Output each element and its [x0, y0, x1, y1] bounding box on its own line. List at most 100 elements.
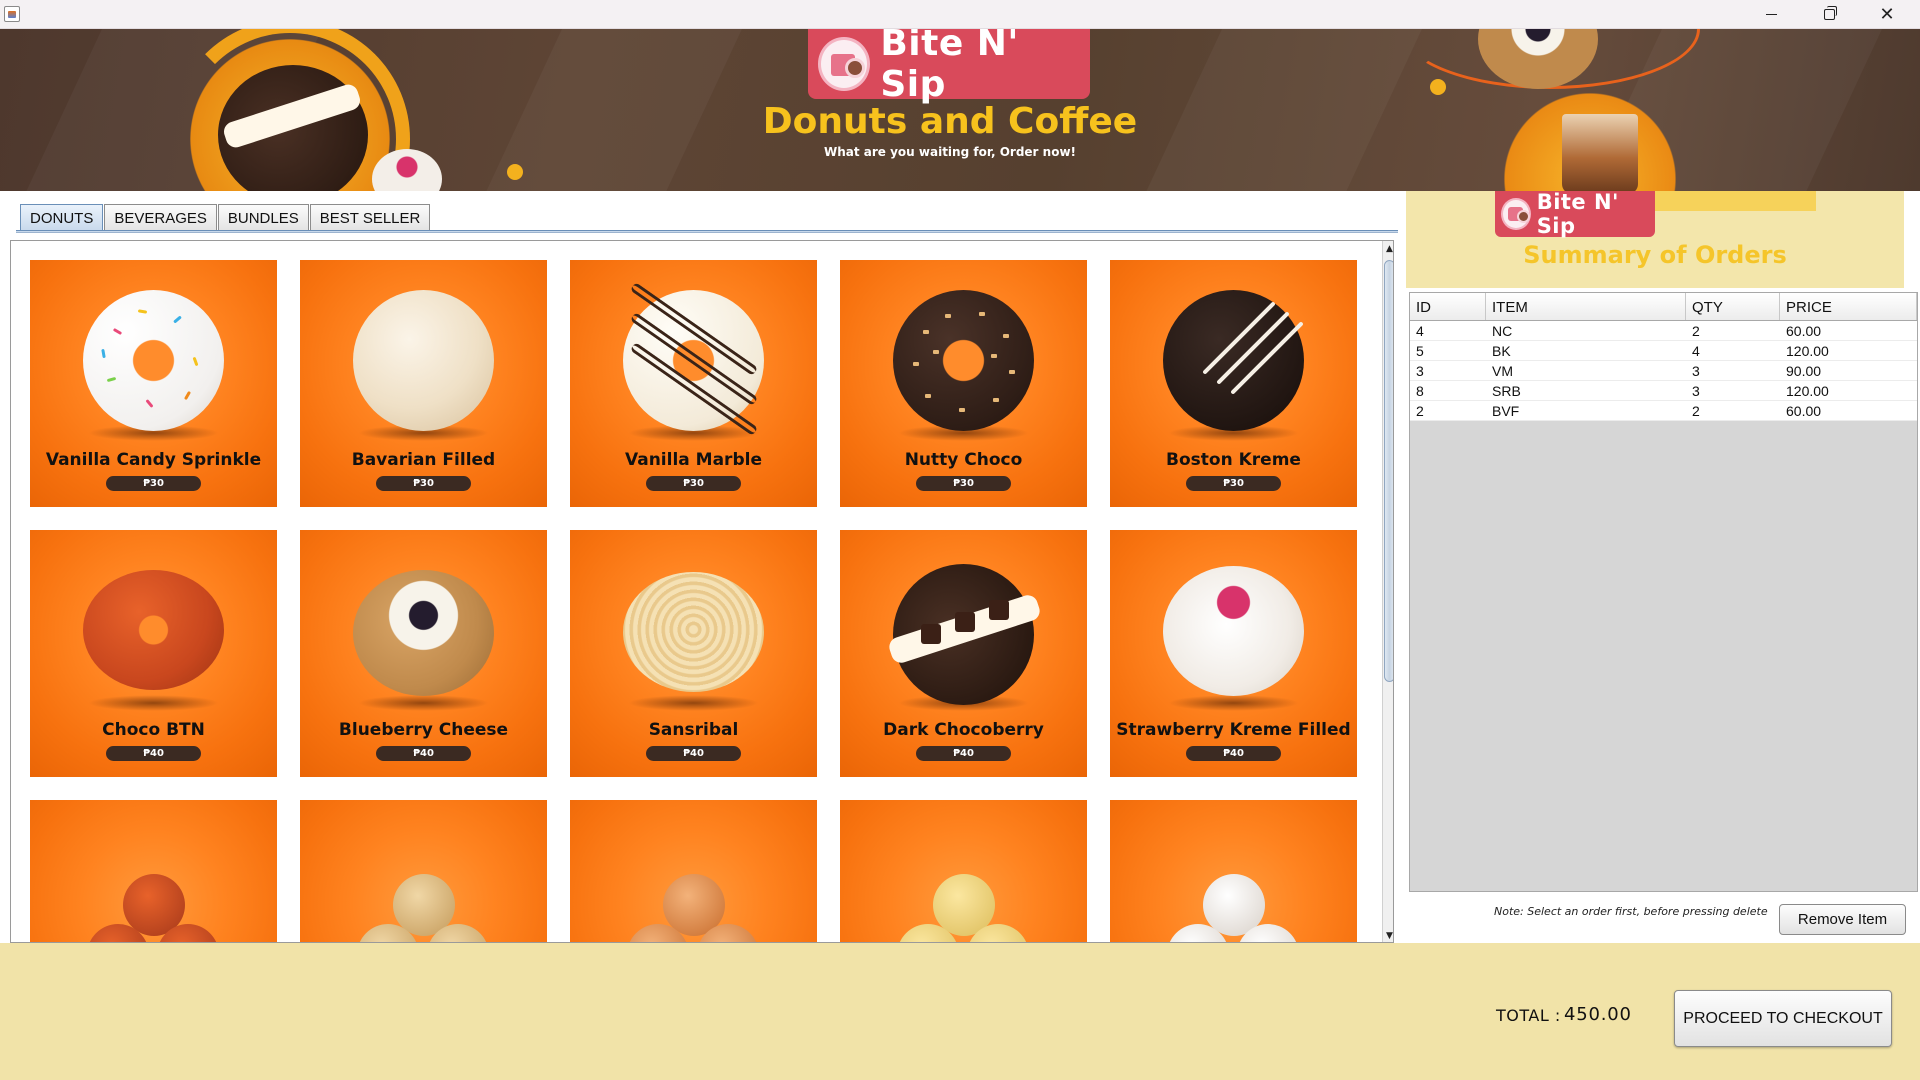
- brownie-cube: [921, 624, 941, 644]
- product-card-vanilla-candy-sprinkle[interactable]: Vanilla Candy Sprinkle ₱30: [30, 260, 277, 507]
- donut-image-nutty-choco: [893, 290, 1034, 431]
- tab-best-seller[interactable]: BEST SELLER: [309, 204, 431, 231]
- product-card-blueberry-cheese[interactable]: Blueberry Cheese ₱40: [300, 530, 547, 777]
- column-header-price[interactable]: PRICE: [1780, 293, 1917, 320]
- donut-image-dark-chocoberry: [886, 564, 1043, 705]
- restore-icon: [1823, 6, 1837, 20]
- scroll-up-icon[interactable]: ▲: [1383, 241, 1393, 257]
- cell-price: 90.00: [1786, 363, 1822, 379]
- close-button[interactable]: ✕: [1858, 0, 1916, 29]
- product-card-nutty-choco[interactable]: Nutty Choco ₱30: [840, 260, 1087, 507]
- nut: [925, 394, 931, 398]
- product-name: Bavarian Filled: [351, 450, 496, 470]
- summary-brand-name: Bite N' Sip: [1536, 190, 1619, 238]
- brand-logo: Bite N' Sip: [808, 29, 1090, 105]
- sprinkle: [101, 348, 106, 359]
- table-row[interactable]: 4 NC 2 60.00: [1410, 321, 1917, 341]
- sprinkle: [137, 309, 148, 314]
- decor-dot: [1430, 79, 1446, 95]
- product-name: Dark Chocoberry: [883, 720, 1044, 740]
- decor-iced-coffee: [1562, 114, 1638, 191]
- cell-qty: 2: [1692, 323, 1700, 339]
- donut-image-strawberry-kreme-filled: [1163, 566, 1304, 696]
- cell-qty: 4: [1692, 343, 1700, 359]
- product-card-boston-kreme[interactable]: Boston Kreme ₱30: [1110, 260, 1357, 507]
- table-row[interactable]: 3 VM 3 90.00: [1410, 361, 1917, 381]
- product-card-dark-chocoberry[interactable]: Dark Chocoberry ₱40: [840, 530, 1087, 777]
- table-row[interactable]: 2 BVF 2 60.00: [1410, 401, 1917, 421]
- nut: [1009, 370, 1015, 374]
- summary-brand-logo: Bite N' Sip: [1495, 190, 1816, 238]
- minimize-button[interactable]: [1742, 0, 1800, 29]
- banner-subtitle: What are you waiting for, Order now!: [823, 145, 1076, 159]
- cell-id: 5: [1416, 343, 1424, 359]
- cell-item: BK: [1492, 343, 1511, 359]
- table-row[interactable]: 5 BK 4 120.00: [1410, 341, 1917, 361]
- column-header-id[interactable]: ID: [1410, 293, 1486, 320]
- product-card-vanilla-marble[interactable]: Vanilla Marble ₱30: [570, 260, 817, 507]
- product-scrollbar[interactable]: ▲ ▼: [1382, 241, 1393, 942]
- java-app-icon: [4, 6, 20, 22]
- product-scroll-area[interactable]: Vanilla Candy Sprinkle ₱30 Bavarian Fill…: [10, 240, 1394, 943]
- product-price: ₱40: [106, 746, 201, 761]
- product-name: Choco BTN: [102, 720, 205, 740]
- nut: [979, 312, 985, 316]
- product-card-partial[interactable]: [300, 800, 547, 942]
- brand-logo-icon: [818, 37, 871, 91]
- card-shadow: [1168, 695, 1299, 711]
- nut: [933, 350, 939, 354]
- order-table[interactable]: ID ITEM QTY PRICE 4 NC 2 60.00 5 BK 4 12…: [1409, 292, 1918, 892]
- cell-id: 8: [1416, 383, 1424, 399]
- column-header-qty[interactable]: QTY: [1686, 293, 1780, 320]
- cell-item: VM: [1492, 363, 1513, 379]
- donut-bites-image: [73, 840, 234, 942]
- restore-button[interactable]: [1800, 0, 1858, 29]
- total-value: 450.00: [1564, 1004, 1632, 1025]
- remove-item-button[interactable]: Remove Item: [1779, 904, 1906, 935]
- window-titlebar: ✕: [0, 0, 1920, 29]
- cell-price: 60.00: [1786, 323, 1822, 339]
- product-price: ₱30: [646, 476, 741, 491]
- cell-id: 2: [1416, 403, 1424, 419]
- sprinkle: [145, 399, 154, 408]
- scroll-down-icon[interactable]: ▼: [1383, 928, 1393, 942]
- minimize-icon: [1765, 14, 1777, 15]
- product-card-partial[interactable]: [570, 800, 817, 942]
- delete-note: Note: Select an order first, before pres…: [1494, 905, 1768, 918]
- product-card-choco-btn[interactable]: Choco BTN ₱40: [30, 530, 277, 777]
- donut-bites-image: [1153, 840, 1314, 942]
- product-price: ₱40: [916, 746, 1011, 761]
- product-card-bavarian-filled[interactable]: Bavarian Filled ₱30: [300, 260, 547, 507]
- category-tabs: DONUTS BEVERAGES BUNDLES BEST SELLER: [20, 204, 431, 231]
- nut: [991, 354, 997, 358]
- scroll-thumb[interactable]: [1384, 260, 1393, 682]
- product-card-strawberry-kreme-filled[interactable]: Strawberry Kreme Filled ₱40: [1110, 530, 1357, 777]
- header-banner: Bite N' Sip Donuts and Coffee What are y…: [0, 29, 1920, 191]
- product-card-partial[interactable]: [840, 800, 1087, 942]
- tab-donuts[interactable]: DONUTS: [20, 204, 104, 231]
- product-name: Strawberry Kreme Filled: [1116, 720, 1351, 740]
- table-row[interactable]: 8 SRB 3 120.00: [1410, 381, 1917, 401]
- product-price: ₱40: [646, 746, 741, 761]
- column-header-item[interactable]: ITEM: [1486, 293, 1686, 320]
- brand-name: Bite N' Sip: [880, 29, 1019, 105]
- product-price: ₱30: [376, 476, 471, 491]
- nut: [1003, 334, 1009, 338]
- cell-qty: 3: [1692, 363, 1700, 379]
- nut: [993, 398, 999, 402]
- tab-bundles[interactable]: BUNDLES: [217, 204, 309, 231]
- tab-beverages[interactable]: BEVERAGES: [104, 204, 217, 231]
- cell-id: 4: [1416, 323, 1424, 339]
- summary-header: Bite N' Sip Summary of Orders: [1406, 190, 1904, 288]
- product-card-partial[interactable]: [1110, 800, 1357, 942]
- donut-image-blueberry-cheese: [353, 570, 494, 696]
- cell-qty: 3: [1692, 383, 1700, 399]
- product-card-sansribal[interactable]: Sansribal ₱40: [570, 530, 817, 777]
- cell-price: 120.00: [1786, 343, 1829, 359]
- donut-bites-image: [883, 840, 1044, 942]
- donut-image-vanilla-candy-sprinkle: [83, 290, 224, 431]
- proceed-to-checkout-button[interactable]: PROCEED TO CHECKOUT: [1674, 990, 1892, 1047]
- product-card-partial[interactable]: [30, 800, 277, 942]
- total-label: TOTAL :: [1496, 1006, 1561, 1025]
- tab-underline: [16, 230, 1398, 233]
